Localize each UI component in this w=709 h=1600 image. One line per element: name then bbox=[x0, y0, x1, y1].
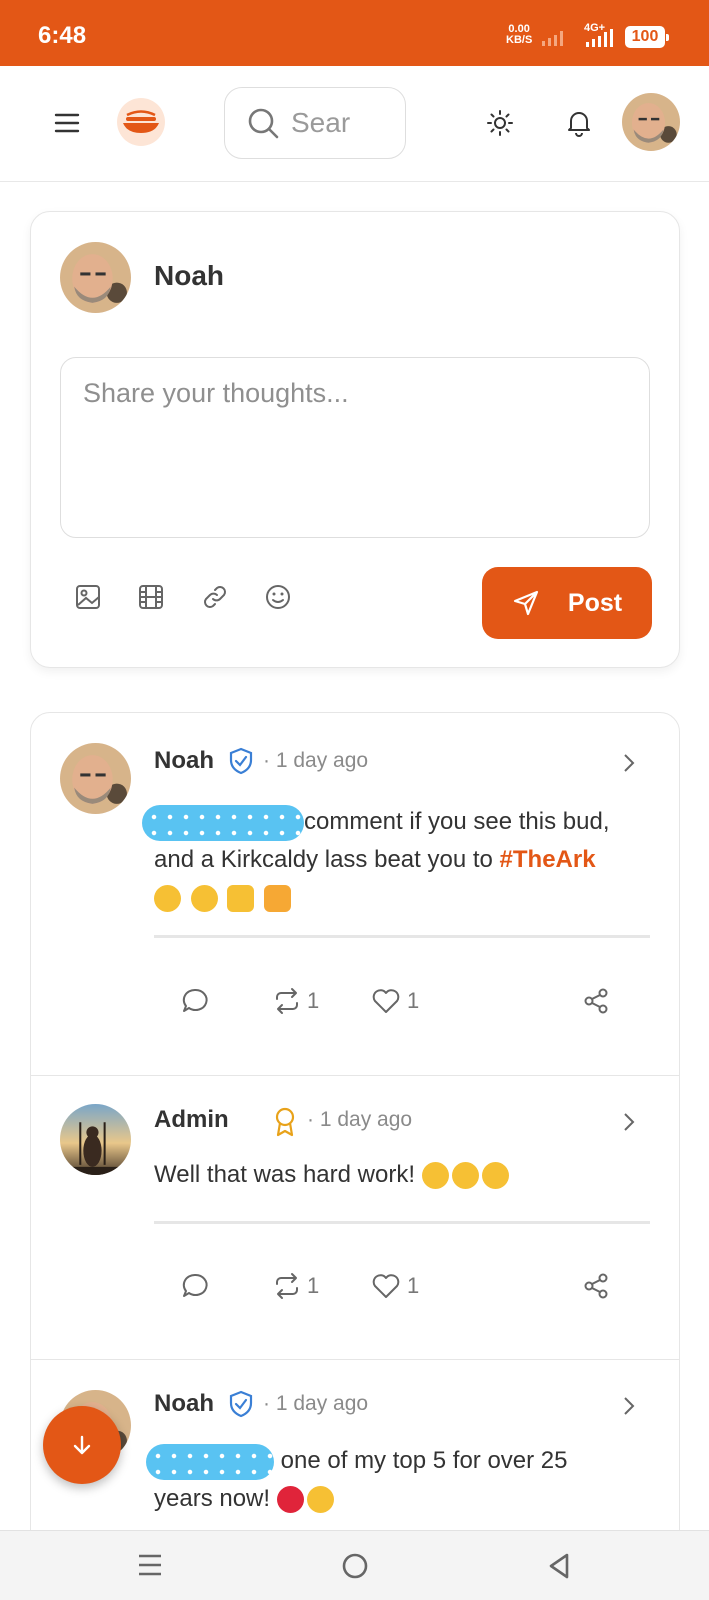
post-divider bbox=[154, 935, 650, 938]
home-circle-icon[interactable] bbox=[338, 1549, 372, 1583]
link-icon[interactable] bbox=[201, 583, 229, 616]
status-time: 6:48 bbox=[38, 22, 87, 49]
emoji-row bbox=[154, 879, 654, 917]
emoji-icon[interactable] bbox=[264, 583, 292, 616]
chevron-right-icon[interactable] bbox=[621, 1112, 637, 1132]
search-icon bbox=[248, 108, 279, 139]
verified-shield-icon bbox=[229, 747, 253, 775]
post-author[interactable]: Noah bbox=[154, 747, 214, 775]
post-button[interactable]: Post bbox=[482, 567, 652, 639]
feed-post[interactable]: Admin · 1 day ago Well that was hard wor… bbox=[31, 1076, 679, 1360]
post-time: · 1 day ago bbox=[263, 1392, 369, 1415]
post-composer: Noah Share your thoughts... Post bbox=[30, 211, 680, 668]
post-body: Well that was hard work! bbox=[154, 1156, 654, 1194]
feed: Noah · 1 day ago comment if you see this… bbox=[30, 712, 680, 1600]
post-author[interactable]: Admin bbox=[154, 1106, 229, 1134]
repost-button[interactable]: 1 bbox=[273, 1272, 319, 1300]
heart-icon bbox=[372, 989, 400, 1013]
recent-apps-icon[interactable] bbox=[134, 1549, 166, 1581]
rofl-emoji-icon bbox=[154, 885, 181, 913]
post-time: · 1 day ago bbox=[263, 749, 369, 772]
video-icon[interactable] bbox=[137, 583, 165, 616]
feed-post[interactable]: Noah · 1 day ago comment if you see this… bbox=[31, 713, 679, 1076]
battery-icon: 100 bbox=[625, 26, 669, 48]
red-heart-emoji-icon bbox=[276, 1486, 304, 1514]
share-button[interactable] bbox=[582, 987, 610, 1015]
arrow-down-icon bbox=[73, 1435, 91, 1455]
feed-post[interactable]: Noah · 1 day ago one of my top 5 for ove… bbox=[31, 1360, 679, 1540]
chevron-right-icon[interactable] bbox=[621, 753, 637, 773]
composer-avatar bbox=[60, 242, 131, 313]
repost-button[interactable]: 1 bbox=[273, 987, 319, 1015]
send-icon bbox=[513, 590, 539, 616]
like-button[interactable]: 1 bbox=[371, 1272, 419, 1300]
like-count: 1 bbox=[407, 988, 420, 1013]
party-face-emoji-icon bbox=[306, 1486, 334, 1514]
repost-icon bbox=[276, 988, 298, 1014]
comment-icon bbox=[182, 1273, 208, 1297]
search-placeholder: Sear bbox=[291, 107, 351, 138]
rofl-emoji-icon bbox=[481, 1162, 509, 1190]
app-header: Sear bbox=[0, 66, 709, 182]
post-body: one of my top 5 for over 25 years now! bbox=[146, 1442, 654, 1518]
comment-button[interactable] bbox=[181, 1272, 209, 1300]
post-avatar[interactable] bbox=[60, 743, 131, 814]
comment-icon bbox=[182, 988, 208, 1012]
repost-icon bbox=[276, 1273, 298, 1299]
search-box[interactable]: Sear bbox=[224, 87, 406, 159]
composer-user-name: Noah bbox=[154, 260, 224, 291]
redacted-mention bbox=[146, 1443, 274, 1480]
post-body: comment if you see this bud, and a Kirkc… bbox=[142, 803, 654, 917]
post-avatar[interactable] bbox=[60, 1104, 131, 1175]
hashtag-link[interactable]: #TheArk bbox=[500, 846, 596, 873]
bell-icon[interactable] bbox=[562, 106, 596, 140]
award-ribbon-icon bbox=[275, 1107, 295, 1137]
scroll-down-button[interactable] bbox=[43, 1406, 121, 1484]
like-count: 1 bbox=[407, 1273, 420, 1298]
comment-button[interactable] bbox=[181, 987, 209, 1015]
user-avatar[interactable] bbox=[622, 93, 680, 151]
ark-icon bbox=[123, 110, 159, 133]
image-icon[interactable] bbox=[74, 583, 102, 616]
repost-count: 1 bbox=[307, 1273, 320, 1298]
post-time: · 1 day ago bbox=[307, 1108, 413, 1131]
chevron-right-icon[interactable] bbox=[621, 1396, 637, 1416]
ark-logo[interactable] bbox=[117, 98, 165, 146]
menu-icon[interactable] bbox=[50, 106, 84, 140]
verified-shield-icon bbox=[229, 1390, 253, 1418]
post-author[interactable]: Noah bbox=[154, 1390, 214, 1418]
like-button[interactable]: 1 bbox=[371, 987, 419, 1015]
post-button-label: Post bbox=[567, 588, 623, 617]
rofl-emoji-icon bbox=[190, 885, 218, 913]
system-nav-bar bbox=[0, 1530, 709, 1600]
heart-icon bbox=[372, 1274, 400, 1298]
repost-count: 1 bbox=[307, 988, 320, 1013]
redacted-mention bbox=[142, 804, 304, 841]
smile-emoji-icon bbox=[421, 1162, 449, 1190]
thumbs-up-emoji-icon bbox=[227, 885, 255, 913]
status-bar: 6:48 0.00 KB/S 4G+ 100 bbox=[0, 0, 709, 66]
signal-weak-icon bbox=[542, 31, 563, 46]
share-icon bbox=[584, 1273, 608, 1299]
post-divider bbox=[154, 1221, 650, 1224]
share-icon bbox=[584, 988, 608, 1014]
fist-emoji-icon bbox=[264, 885, 292, 913]
signal-strong-icon bbox=[586, 29, 613, 47]
thoughts-input[interactable]: Share your thoughts... bbox=[60, 357, 650, 538]
share-button[interactable] bbox=[582, 1272, 610, 1300]
network-speed: 0.00 KB/S bbox=[506, 23, 533, 46]
theme-toggle-sun-icon[interactable] bbox=[483, 106, 517, 140]
grin-sweat-emoji-icon bbox=[451, 1162, 479, 1190]
back-triangle-icon[interactable] bbox=[543, 1549, 575, 1583]
